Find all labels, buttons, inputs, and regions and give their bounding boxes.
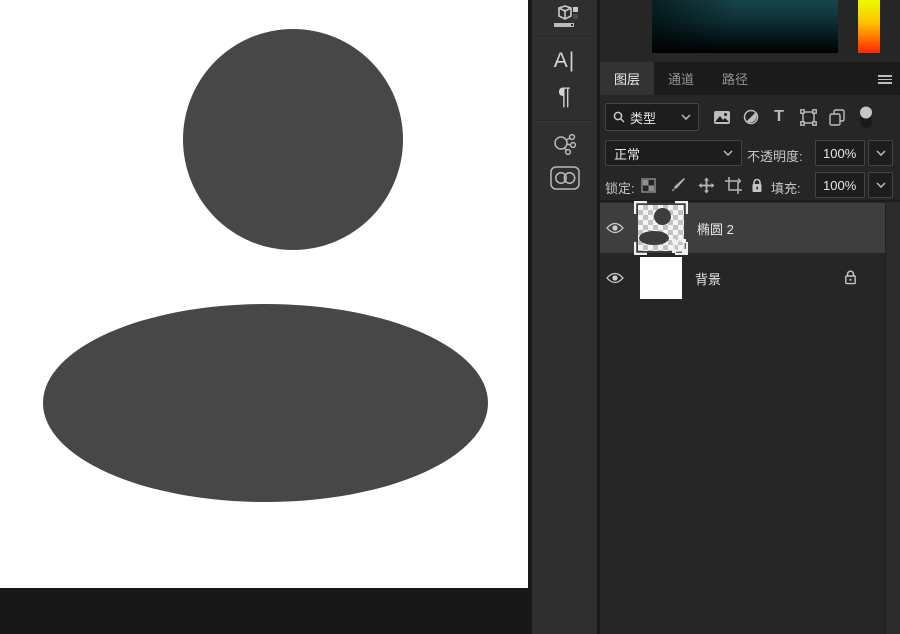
- panel-menu-icon[interactable]: [878, 75, 892, 83]
- fill-dropdown-button[interactable]: [868, 172, 893, 198]
- fill-value: 100%: [823, 178, 856, 193]
- lock-fill-row: 锁定: 填充: 100%: [600, 172, 900, 199]
- character-panel-icon[interactable]: A|: [532, 46, 597, 76]
- text-layer-filter-icon[interactable]: T: [768, 106, 790, 128]
- panel-tab-bar: 图层 通道 路径: [600, 62, 900, 95]
- pixel-layer-filter-icon[interactable]: [711, 106, 733, 128]
- silhouette-head-shape: [183, 29, 403, 250]
- tab-layers-label: 图层: [614, 69, 640, 88]
- background-lock-icon: [844, 270, 857, 285]
- blend-opacity-row: 正常 不透明度: 100%: [600, 140, 900, 167]
- chevron-down-icon: [723, 150, 733, 156]
- layer-row-ellipse2[interactable]: 椭圆 2: [600, 203, 885, 253]
- fill-label: 填充:: [771, 178, 801, 197]
- character-panel-glyph: A|: [554, 49, 575, 73]
- search-icon: [613, 111, 625, 123]
- dock-separator: [534, 120, 595, 121]
- color-spectrum-slider[interactable]: [858, 0, 880, 53]
- pasteboard: [0, 588, 528, 634]
- chevron-down-icon: [876, 182, 886, 188]
- silhouette-body-shape: [43, 304, 488, 502]
- layer-thumbnail-ellipse2[interactable]: [638, 205, 684, 251]
- tab-channels-label: 通道: [668, 69, 694, 88]
- chevron-down-icon: [681, 114, 691, 120]
- text-filter-glyph: T: [774, 108, 784, 126]
- tab-layers[interactable]: 图层: [600, 62, 654, 95]
- layers-scrollbar-track[interactable]: [885, 202, 900, 634]
- layer-filter-row: 类型 T: [600, 103, 900, 132]
- opacity-dropdown-button[interactable]: [868, 140, 893, 166]
- lock-artboard-nesting-icon[interactable]: [723, 175, 743, 195]
- 3d-panel-icon[interactable]: [532, 2, 597, 34]
- dock-separator: [534, 36, 595, 37]
- layers-panel-group: 图层 通道 路径 类型 T: [600, 0, 900, 634]
- adjustment-layer-filter-icon[interactable]: [740, 106, 762, 128]
- node-graph-panel-icon[interactable]: [532, 129, 597, 159]
- smart-object-filter-icon[interactable]: [826, 106, 848, 128]
- blend-mode-select[interactable]: 正常: [605, 140, 742, 166]
- shape-layer-filter-icon[interactable]: [797, 106, 819, 128]
- lock-all-icon[interactable]: [747, 175, 767, 195]
- tab-paths[interactable]: 路径: [708, 62, 762, 95]
- lock-transparent-pixels-icon[interactable]: [638, 175, 658, 195]
- opacity-value-field[interactable]: 100%: [815, 140, 865, 166]
- layer-row-background[interactable]: 背景: [600, 253, 885, 303]
- layer-thumbnail-background[interactable]: [640, 257, 682, 299]
- tab-paths-label: 路径: [722, 69, 748, 88]
- layer-filter-toggle[interactable]: [857, 106, 875, 128]
- color-picker-field[interactable]: [652, 0, 838, 53]
- blend-mode-value: 正常: [614, 144, 723, 163]
- paragraph-panel-glyph: ¶: [558, 83, 571, 111]
- layer-name: 背景: [695, 269, 721, 288]
- chevron-down-icon: [876, 150, 886, 156]
- fill-value-field[interactable]: 100%: [815, 172, 865, 198]
- filter-type-label: 类型: [630, 108, 676, 127]
- paragraph-panel-icon[interactable]: ¶: [532, 80, 597, 114]
- layer-name: 椭圆 2: [697, 219, 734, 238]
- opacity-value: 100%: [823, 146, 856, 161]
- lock-label: 锁定:: [605, 178, 635, 197]
- tab-channels[interactable]: 通道: [654, 62, 708, 95]
- visibility-toggle-eye-icon[interactable]: [600, 272, 630, 284]
- visibility-toggle-eye-icon[interactable]: [600, 222, 630, 234]
- panel-icon-dock: A| ¶: [532, 0, 597, 634]
- filter-type-dropdown[interactable]: 类型: [605, 103, 699, 131]
- lock-image-pixels-icon[interactable]: [668, 175, 688, 195]
- lock-position-icon[interactable]: [696, 175, 716, 195]
- document-canvas[interactable]: [0, 0, 528, 588]
- creative-cloud-icon[interactable]: [532, 162, 597, 194]
- opacity-label: 不透明度:: [747, 146, 803, 165]
